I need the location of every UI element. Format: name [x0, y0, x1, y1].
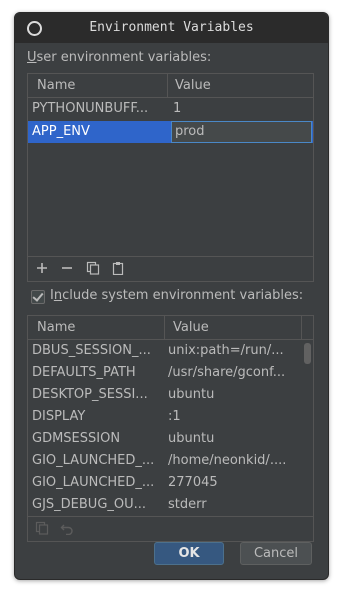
table-row[interactable]: DISPLAY :1: [28, 406, 313, 428]
user-vars-toolbar: [28, 256, 313, 281]
column-header-value[interactable]: Value: [173, 320, 209, 335]
env-value: 1: [173, 101, 182, 116]
ok-button[interactable]: OK: [154, 542, 224, 565]
env-name: APP_ENV: [32, 124, 90, 139]
env-name: GDMSESSION: [32, 431, 121, 446]
user-vars-header: Name Value: [28, 74, 313, 98]
env-name: DESKTOP_SESSI...: [32, 387, 148, 402]
include-label-mnemonic: n: [53, 288, 63, 303]
env-value: prod: [175, 124, 205, 139]
window-title: Environment Variables: [89, 20, 254, 35]
env-value: :1: [168, 409, 181, 424]
env-value: stderr: [168, 497, 207, 512]
table-row[interactable]: PYTHONUNBUFF... 1: [28, 98, 313, 120]
paste-icon[interactable]: [110, 261, 126, 277]
table-row[interactable]: GIO_LAUNCHED_... /home/neonkid/....: [28, 450, 313, 472]
system-vars-rows: DBUS_SESSION_... unix:path=/run/... DEFA…: [28, 340, 313, 516]
minus-icon[interactable]: [59, 261, 75, 277]
undo-icon[interactable]: [59, 521, 75, 537]
env-name: DEFAULTS_PATH: [32, 365, 136, 380]
env-name: GIO_LAUNCHED_...: [32, 453, 155, 468]
copy-icon[interactable]: [85, 261, 101, 277]
env-value: ubuntu: [168, 431, 215, 446]
include-system-vars-label[interactable]: Include system environment variables:: [50, 288, 303, 303]
system-vars-table[interactable]: Name Value DBUS_SESSION_... unix:path=/r…: [27, 315, 314, 542]
include-system-vars-checkbox[interactable]: [31, 290, 45, 304]
column-header-name[interactable]: Name: [37, 320, 75, 335]
env-name: GIO_LAUNCHED_...: [32, 475, 155, 490]
table-row[interactable]: DBUS_SESSION_... unix:path=/run/...: [28, 340, 313, 362]
column-header-value[interactable]: Value: [175, 78, 211, 93]
table-row-selected[interactable]: APP_ENV prod: [28, 121, 313, 143]
environment-variables-dialog: Environment Variables User environment v…: [14, 12, 329, 580]
system-vars-toolbar: [28, 516, 313, 541]
env-value: /home/neonkid/....: [168, 453, 287, 468]
env-value: 277045: [168, 475, 218, 490]
column-header-name[interactable]: Name: [37, 78, 75, 93]
env-value: unix:path=/run/...: [168, 343, 284, 358]
env-value: ubuntu: [168, 387, 215, 402]
env-value-editor[interactable]: prod: [171, 121, 312, 143]
env-name: DISPLAY: [32, 409, 86, 424]
table-row[interactable]: DEFAULTS_PATH /usr/share/gconf...: [28, 362, 313, 384]
user-vars-label-mnemonic: U: [27, 50, 37, 65]
table-row[interactable]: DESKTOP_SESSI... ubuntu: [28, 384, 313, 406]
table-row[interactable]: GIO_LAUNCHED_... 277045: [28, 472, 313, 494]
env-name: DBUS_SESSION_...: [32, 343, 151, 358]
title-bar: Environment Variables: [15, 13, 328, 43]
user-vars-label: User environment variables:: [27, 50, 211, 65]
env-name: PYTHONUNBUFF...: [32, 101, 149, 116]
system-vars-header: Name Value: [28, 316, 313, 340]
table-row[interactable]: GDMSESSION ubuntu: [28, 428, 313, 450]
copy-icon[interactable]: [34, 521, 50, 537]
user-vars-table[interactable]: Name Value PYTHONUNBUFF... 1 APP_ENV pro…: [27, 73, 314, 282]
scrollbar-thumb[interactable]: [304, 343, 311, 364]
table-row[interactable]: GJS_DEBUG_OU... stderr: [28, 494, 313, 516]
include-label-text: clude system environment variables:: [62, 288, 304, 303]
plus-icon[interactable]: [34, 261, 50, 277]
user-vars-label-text: ser environment variables:: [36, 50, 212, 65]
cancel-button[interactable]: Cancel: [240, 542, 312, 565]
env-value: /usr/share/gconf...: [168, 365, 286, 380]
env-name: GJS_DEBUG_OU...: [32, 497, 147, 512]
